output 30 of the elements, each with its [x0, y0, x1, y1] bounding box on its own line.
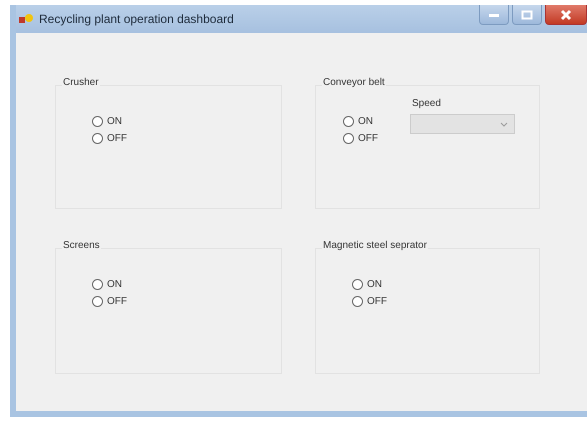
radio-label: OFF [107, 296, 127, 307]
radio-button[interactable]: OFF [343, 133, 378, 144]
minimize-button[interactable] [479, 5, 509, 25]
radio-button[interactable]: OFF [92, 133, 127, 144]
window-title: Recycling plant operation dashboard [39, 12, 234, 26]
maximize-button[interactable] [512, 5, 542, 25]
minimize-icon [488, 12, 500, 18]
group-title: Magnetic steel seprator [322, 240, 428, 251]
radio-label: ON [358, 116, 373, 127]
group-title: Screens [62, 240, 101, 251]
group-title: Conveyor belt [322, 77, 386, 88]
group-title: Crusher [62, 77, 100, 88]
close-icon [560, 8, 572, 20]
radio-button[interactable]: OFF [352, 296, 387, 307]
radio-label: OFF [358, 133, 378, 144]
app-icon [18, 12, 34, 26]
radio-label: OFF [107, 133, 127, 144]
chevron-down-icon [500, 122, 508, 126]
radio-button[interactable]: ON [352, 279, 387, 290]
radio-label: ON [107, 279, 122, 290]
radio-label: OFF [367, 296, 387, 307]
maximize-icon [521, 10, 533, 20]
radio-button[interactable]: ON [92, 279, 127, 290]
speed-label: Speed [411, 98, 442, 109]
radio-label: ON [367, 279, 382, 290]
radio-label: ON [107, 116, 122, 127]
radio-button[interactable]: ON [343, 116, 378, 127]
radio-button[interactable]: OFF [92, 296, 127, 307]
close-button[interactable] [545, 5, 587, 25]
radio-button[interactable]: ON [92, 116, 127, 127]
